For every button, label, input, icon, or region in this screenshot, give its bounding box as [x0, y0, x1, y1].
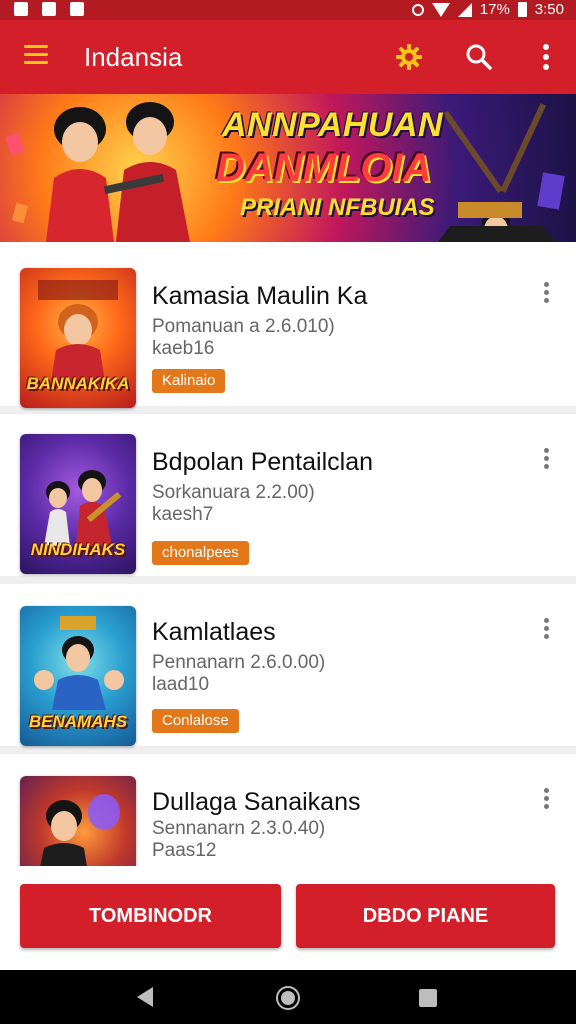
more-vert-icon[interactable] [534, 42, 558, 72]
app-title: Indansia [84, 42, 183, 72]
game-tag-button[interactable]: chonalpees [152, 541, 249, 565]
list-item[interactable]: Dullaga Sanaikans Sennanarn 2.3.0.40) Pa… [0, 762, 576, 866]
game-thumbnail: BANNAKIKA [20, 268, 136, 408]
list-item[interactable]: NINDIHAKS Bdpolan Pentailclan Sorkanuara… [0, 422, 576, 584]
signal-icon [457, 2, 472, 17]
banner-subtitle: PRIANI NFBUIAS [240, 194, 435, 221]
system-nav-bar [0, 970, 576, 1024]
back-icon[interactable] [137, 987, 153, 1007]
status-time: 3:50 [534, 1, 564, 18]
thumbnail-title: NINDIHAKS [30, 540, 126, 559]
menu-icon[interactable] [24, 45, 48, 65]
game-meta: Paas12 [152, 840, 217, 861]
recents-icon[interactable] [419, 989, 437, 1007]
more-vert-icon[interactable] [540, 788, 552, 812]
game-list: BANNAKIKA Kamasia Maulin Ka Pomanuan a 2… [0, 252, 576, 866]
game-title: Kamlatlaes [152, 618, 276, 646]
list-item[interactable]: BENAMAHS Kamlatlaes Pennanarn 2.6.0.00) … [0, 592, 576, 754]
notification-icon [70, 2, 84, 16]
gear-icon[interactable] [394, 42, 424, 72]
action-bar: TOMBINODR DBDO PIANE [0, 866, 576, 970]
banner-title-main: DANMLOIA [216, 146, 432, 190]
game-thumbnail: BENAMAHS [20, 606, 136, 746]
game-detail: Sorkanuara 2.2.00) [152, 482, 315, 503]
game-tag-button[interactable]: Kalinaio [152, 369, 226, 393]
search-icon[interactable] [464, 42, 494, 72]
promo-banner[interactable]: ANNPAHUAN DANMLOIA PRIANI NFBUIAS [0, 94, 576, 242]
status-notifications [14, 2, 84, 16]
notification-icon [42, 2, 56, 16]
more-vert-icon[interactable] [540, 448, 552, 472]
thumbnail-artwork [40, 794, 120, 866]
battery-percent: 17% [479, 1, 510, 18]
game-detail: Sennanarn 2.3.0.40) [152, 818, 326, 839]
game-title: Dullaga Sanaikans [152, 788, 361, 816]
game-title: Kamasia Maulin Ka [152, 282, 368, 310]
list-item[interactable]: BANNAKIKA Kamasia Maulin Ka Pomanuan a 2… [0, 252, 576, 414]
game-meta: kaesh7 [152, 504, 214, 525]
game-tag-button[interactable]: Conlalose [152, 709, 239, 733]
home-icon[interactable] [276, 986, 300, 1010]
status-bar: 17% 3:50 [0, 0, 576, 20]
game-meta: kaeb16 [152, 338, 215, 359]
thumbnail-title: BENAMAHS [28, 712, 128, 731]
primary-action-button[interactable]: TOMBINODR [20, 884, 281, 948]
battery-icon [517, 2, 527, 17]
image-icon [14, 2, 28, 16]
more-vert-icon[interactable] [540, 618, 552, 642]
game-thumbnail: NINDIHAKS [20, 434, 136, 574]
game-title: Bdpolan Pentailclan [152, 448, 373, 476]
game-thumbnail [20, 776, 136, 866]
secondary-action-button[interactable]: DBDO PIANE [296, 884, 555, 948]
game-detail: Pomanuan a 2.6.010) [152, 316, 335, 337]
app-bar: Indansia [0, 20, 576, 94]
game-detail: Pennanarn 2.6.0.00) [152, 652, 326, 673]
alarm-icon [411, 3, 424, 16]
status-indicators: 17% 3:50 [411, 1, 564, 18]
wifi-icon [431, 2, 450, 17]
more-vert-icon[interactable] [540, 282, 552, 306]
thumbnail-title: BANNAKIKA [26, 374, 130, 393]
game-meta: laad10 [152, 674, 210, 695]
banner-title: ANNPAHUAN [222, 106, 444, 144]
